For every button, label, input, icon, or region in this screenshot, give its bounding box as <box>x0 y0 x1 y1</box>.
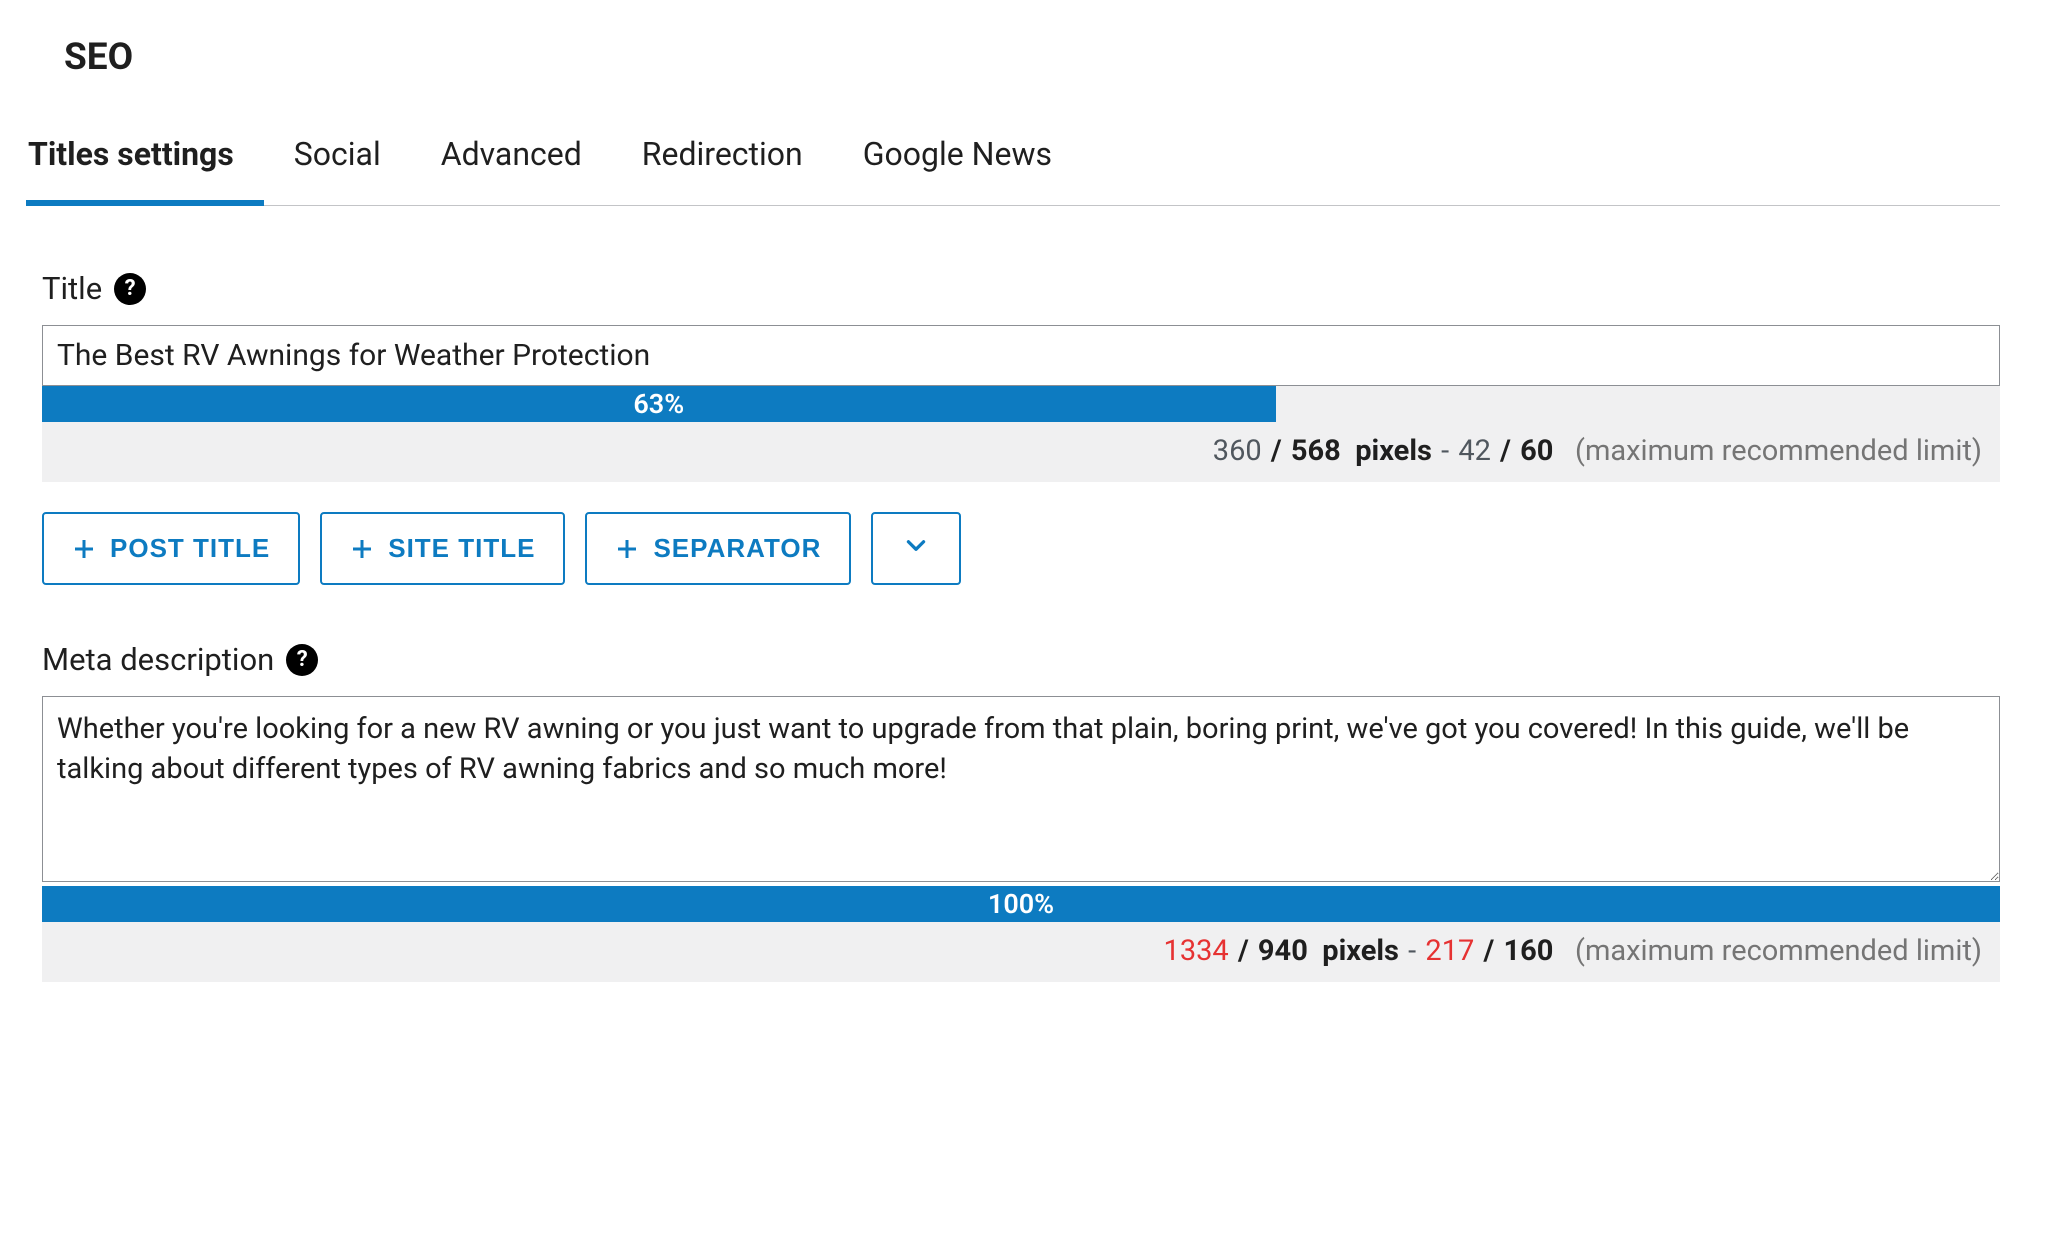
title-chars-max: 60 <box>1520 434 1553 468</box>
meta-description-textarea[interactable] <box>42 696 2000 882</box>
post-title-button[interactable]: POST TITLE <box>42 512 300 585</box>
meta-limit-text: (maximum recommended limit) <box>1575 934 1982 968</box>
tab-google-news[interactable]: Google News <box>863 127 1052 205</box>
separator-label: SEPARATOR <box>653 533 821 564</box>
meta-pixels-max: 940 <box>1258 934 1308 968</box>
title-pixels-max: 568 <box>1291 434 1341 468</box>
title-progress-bar: 63% <box>42 386 1276 422</box>
title-progress: 63% <box>42 386 2000 422</box>
title-label: Title <box>42 270 102 307</box>
post-title-label: POST TITLE <box>110 533 270 564</box>
title-stats: 360 / 568 pixels - 42 / 60 (maximum reco… <box>42 422 2000 482</box>
title-section: Title ? 63% 360 / 568 pixels - 42 / 60 (… <box>28 270 2000 585</box>
tabs-bar: Titles settings Social Advanced Redirect… <box>28 127 2000 206</box>
help-icon[interactable]: ? <box>286 644 318 676</box>
pixels-word: pixels <box>1322 934 1399 968</box>
tab-redirection[interactable]: Redirection <box>642 127 803 205</box>
meta-pixels-current: 1334 <box>1164 934 1229 968</box>
tab-titles-settings[interactable]: Titles settings <box>28 127 234 205</box>
separator-button[interactable]: SEPARATOR <box>585 512 851 585</box>
title-chars-current: 42 <box>1458 434 1491 468</box>
title-limit-text: (maximum recommended limit) <box>1575 434 1982 468</box>
plus-icon <box>72 537 96 561</box>
site-title-button[interactable]: SITE TITLE <box>320 512 565 585</box>
site-title-label: SITE TITLE <box>388 533 535 564</box>
title-progress-percent: 63% <box>633 388 684 420</box>
chevron-down-icon <box>903 532 929 565</box>
meta-stats: 1334 / 940 pixels - 217 / 160 (maximum r… <box>42 922 2000 982</box>
help-icon[interactable]: ? <box>114 273 146 305</box>
more-tags-button[interactable] <box>871 512 961 585</box>
plus-icon <box>615 537 639 561</box>
meta-description-section: Meta description ? 100% 1334 / 940 pixel… <box>28 641 2000 982</box>
pixels-word: pixels <box>1355 434 1432 468</box>
meta-chars-max: 160 <box>1503 934 1553 968</box>
title-pixels-current: 360 <box>1213 434 1262 468</box>
tag-buttons-row: POST TITLE SITE TITLE SEPARATOR <box>42 512 2000 585</box>
page-title: SEO <box>64 36 2000 79</box>
meta-progress-percent: 100% <box>988 888 1054 920</box>
title-input[interactable] <box>42 325 2000 386</box>
meta-label-row: Meta description ? <box>42 641 2000 678</box>
meta-progress: 100% <box>42 886 2000 922</box>
tab-advanced[interactable]: Advanced <box>441 127 582 205</box>
tab-social[interactable]: Social <box>294 127 381 205</box>
plus-icon <box>350 537 374 561</box>
title-label-row: Title ? <box>42 270 2000 307</box>
meta-chars-current: 217 <box>1425 934 1474 968</box>
meta-label: Meta description <box>42 641 274 678</box>
meta-progress-bar: 100% <box>42 886 2000 922</box>
